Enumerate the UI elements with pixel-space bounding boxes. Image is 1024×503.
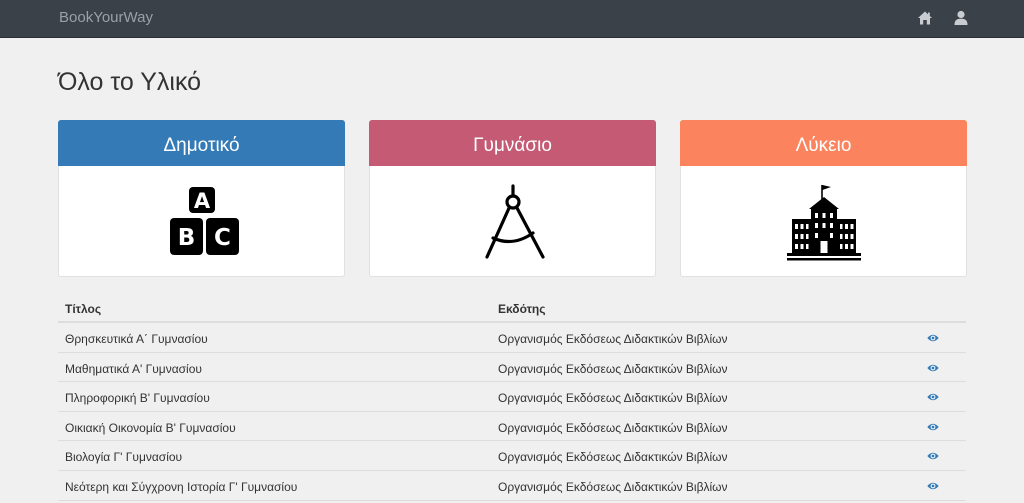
eye-icon[interactable] xyxy=(927,363,939,373)
eye-icon[interactable] xyxy=(927,392,939,402)
table-row: Πληροφορική Β' Γυμνασίου Οργανισμός Εκδό… xyxy=(58,382,966,412)
eye-icon[interactable] xyxy=(927,333,939,343)
table-row: Βιολογία Γ' Γυμνασίου Οργανισμός Εκδόσεω… xyxy=(58,441,966,471)
row-publisher: Οργανισμός Εκδόσεως Διδακτικών Βιβλίων xyxy=(498,420,728,435)
column-header-title: Τίτλος xyxy=(65,302,102,316)
category-card-lykeio[interactable]: Λύκειο xyxy=(680,120,967,277)
school-building-icon xyxy=(784,183,864,263)
row-publisher: Οργανισμός Εκδόσεως Διδακτικών Βιβλίων xyxy=(498,332,728,346)
row-title: Πληροφορική Β' Γυμνασίου xyxy=(65,391,210,406)
eye-icon[interactable] xyxy=(927,422,939,432)
navbar: BookYourWay xyxy=(0,0,1024,38)
table-header: Τίτλος Εκδότης xyxy=(58,292,966,323)
row-publisher: Οργανισμός Εκδόσεως Διδακτικών Βιβλίων xyxy=(498,391,728,406)
row-publisher: Οργανισμός Εκδόσεως Διδακτικών Βιβλίων xyxy=(498,450,728,465)
row-title: Μαθηματικά Α' Γυμνασίου xyxy=(65,361,202,376)
row-title: Νεότερη και Σύγχρονη Ιστορία Γ' Γυμνασίο… xyxy=(65,479,298,494)
table-row: Μαθηματικά Α' Γυμνασίου Οργανισμός Εκδόσ… xyxy=(58,353,966,383)
category-header: Δημοτικό xyxy=(58,120,345,166)
table-row: Θρησκευτικά Α΄ Γυμνασίου Οργανισμός Εκδό… xyxy=(58,323,966,353)
svg-text:A: A xyxy=(193,189,210,213)
category-header: Γυμνάσιο xyxy=(369,120,656,166)
svg-text:B: B xyxy=(177,225,195,251)
category-card-gymnasio[interactable]: Γυμνάσιο xyxy=(369,120,656,277)
category-card-dimotiko[interactable]: Δημοτικό A B C xyxy=(58,120,345,277)
materials-table: Τίτλος Εκδότης Θρησκευτικά Α΄ Γυμνασίου … xyxy=(58,292,966,501)
abc-blocks-icon: A B C xyxy=(162,183,242,263)
drawing-compass-icon xyxy=(473,183,553,263)
row-publisher: Οργανισμός Εκδόσεως Διδακτικών Βιβλίων xyxy=(498,361,728,376)
row-title: Οικιακή Οικονομία Β' Γυμνασίου xyxy=(65,420,236,435)
eye-icon[interactable] xyxy=(927,451,939,461)
table-row: Νεότερη και Σύγχρονη Ιστορία Γ' Γυμνασίο… xyxy=(58,471,966,501)
eye-icon[interactable] xyxy=(927,481,939,491)
table-row: Οικιακή Οικονομία Β' Γυμνασίου Οργανισμό… xyxy=(58,412,966,442)
row-publisher: Οργανισμός Εκδόσεως Διδακτικών Βιβλίων xyxy=(498,479,728,494)
category-header: Λύκειο xyxy=(680,120,967,166)
svg-text:C: C xyxy=(214,225,231,251)
column-header-publisher: Εκδότης xyxy=(498,302,546,316)
user-icon[interactable] xyxy=(953,10,969,26)
home-icon[interactable] xyxy=(917,10,933,26)
page-title: Όλο το Υλικό xyxy=(58,68,202,96)
row-title: Θρησκευτικά Α΄ Γυμνασίου xyxy=(65,332,208,346)
brand-link[interactable]: BookYourWay xyxy=(59,9,153,26)
row-title: Βιολογία Γ' Γυμνασίου xyxy=(65,450,183,465)
